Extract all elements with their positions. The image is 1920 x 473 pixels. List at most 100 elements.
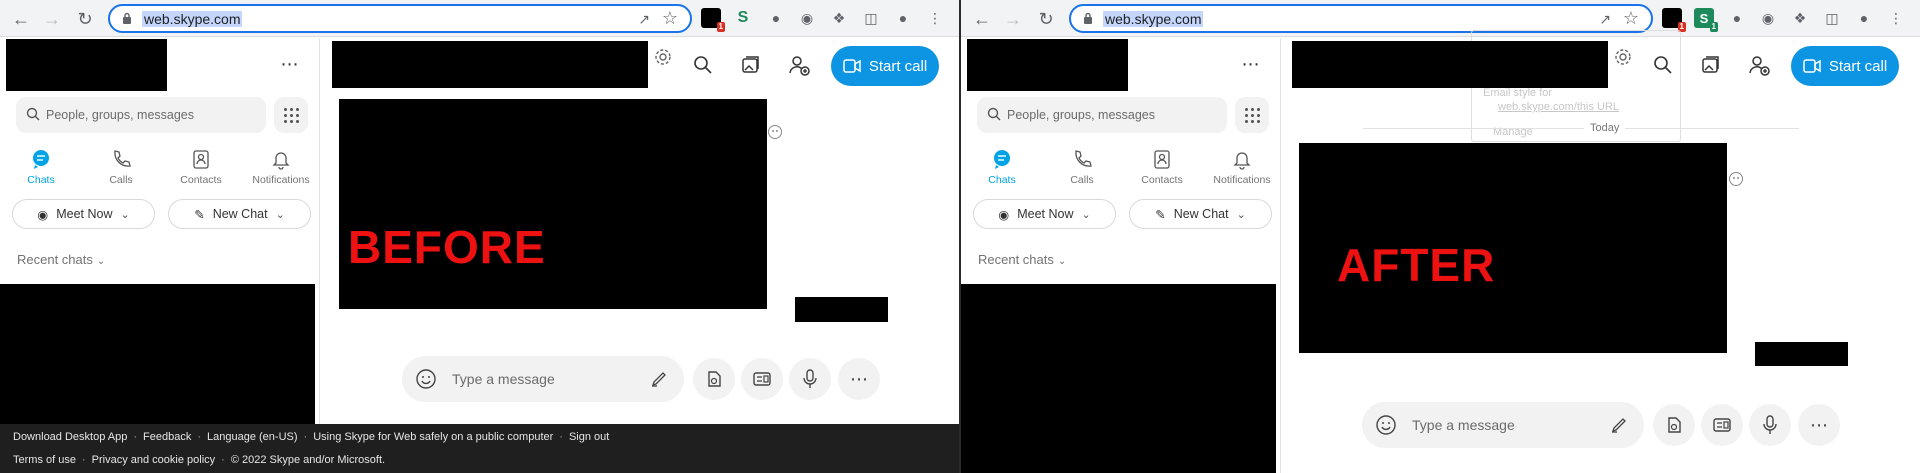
camera-extension-icon[interactable]: ◉	[797, 8, 817, 28]
search-input[interactable]: People, groups, messages	[977, 97, 1227, 133]
extensions-puzzle-icon[interactable]: ❖	[1790, 8, 1810, 28]
message-composer[interactable]: Type a message	[402, 356, 684, 402]
meet-now-button[interactable]: ◉ Meet Now ⌄	[12, 199, 155, 229]
cookie-extension-icon[interactable]: ●	[1727, 8, 1747, 28]
address-bar[interactable]: web.skype.com ↗ ☆	[1069, 4, 1653, 33]
share-file-button[interactable]	[1653, 404, 1695, 446]
contact-card-button[interactable]	[741, 358, 783, 400]
bell-icon	[272, 152, 290, 170]
address-bar[interactable]: web.skype.com ↗ ☆	[108, 4, 692, 33]
emoji-icon[interactable]	[415, 368, 437, 390]
footer-link-safety[interactable]: Using Skype for Web safely on a public c…	[313, 431, 553, 443]
settings-gear-icon[interactable]	[1610, 44, 1636, 70]
new-chat-button[interactable]: ✎ New Chat ⌄	[1129, 199, 1272, 229]
chevron-down-icon: ⌄	[96, 256, 106, 267]
back-arrow-icon[interactable]: ←	[10, 8, 32, 30]
recent-chats-toggle[interactable]: Recent chats ⌄	[17, 252, 105, 267]
more-options-icon[interactable]: ⋯	[277, 51, 303, 77]
profile-icon[interactable]: ●	[893, 8, 913, 28]
gallery-icon[interactable]	[738, 52, 764, 78]
forward-arrow-icon[interactable]: →	[41, 8, 63, 30]
browser-menu-icon[interactable]: ⋮	[1886, 8, 1906, 28]
more-actions-button[interactable]: ⋯	[1798, 404, 1840, 446]
footer-row-1: Download Desktop App · Feedback · Language…	[13, 431, 610, 443]
extensions-puzzle-icon[interactable]: ❖	[829, 8, 849, 28]
contacts-icon	[1154, 150, 1170, 169]
meet-now-button[interactable]: ◉ Meet Now ⌄	[973, 199, 1116, 229]
start-call-button[interactable]: Start call	[831, 46, 939, 86]
bookmark-star-icon[interactable]: ☆	[662, 8, 678, 29]
react-emoji-icon[interactable]	[1729, 172, 1743, 186]
reload-icon[interactable]: ↻	[74, 8, 96, 30]
profile-icon[interactable]: ●	[1854, 8, 1874, 28]
chat-icon	[33, 150, 49, 169]
tab-calls[interactable]: Calls	[1042, 148, 1122, 186]
meet-now-label: Meet Now	[1017, 207, 1074, 221]
browser-menu-icon[interactable]: ⋮	[925, 8, 945, 28]
emoji-icon[interactable]	[1375, 414, 1397, 436]
bookmark-star-icon[interactable]: ☆	[1623, 8, 1639, 29]
contact-card-icon	[753, 372, 771, 386]
tab-contacts[interactable]: Contacts	[1122, 148, 1202, 186]
footer-link-terms[interactable]: Terms of use	[13, 454, 76, 466]
side-panel-icon[interactable]: ◫	[1822, 8, 1842, 28]
footer-link-privacy[interactable]: Privacy and cookie policy	[92, 454, 216, 466]
search-icon[interactable]	[690, 52, 716, 78]
footer-link-language[interactable]: Language (en-US)	[207, 431, 298, 443]
s-extension-icon[interactable]: S	[733, 8, 753, 28]
more-options-icon[interactable]: ⋯	[1238, 51, 1264, 77]
voice-message-button[interactable]	[789, 358, 831, 400]
cookie-extension-icon[interactable]: ●	[766, 8, 786, 28]
contact-card-button[interactable]	[1701, 404, 1743, 446]
chevron-down-icon: ⌄	[1057, 256, 1067, 267]
settings-gear-icon[interactable]	[650, 44, 676, 70]
voice-message-button[interactable]	[1749, 404, 1791, 446]
tab-chats-label: Chats	[988, 174, 1016, 186]
timestamp-redacted	[1755, 342, 1848, 366]
tab-chats[interactable]: Chats	[1, 148, 81, 186]
chat-list-redacted	[961, 284, 1276, 473]
tab-notifications[interactable]: Notifications	[241, 148, 321, 186]
s-extension-active-icon[interactable]: S1	[1694, 8, 1718, 32]
url-text: web.skype.com	[1103, 11, 1204, 27]
add-people-icon[interactable]	[786, 52, 812, 78]
tab-notifications-label: Notifications	[252, 174, 310, 186]
reload-icon[interactable]: ↻	[1035, 8, 1057, 30]
add-people-icon[interactable]	[1746, 52, 1772, 78]
tab-calls-label: Calls	[109, 174, 133, 186]
tab-calls-label: Calls	[1070, 174, 1094, 186]
search-icon[interactable]	[1650, 52, 1676, 78]
dialpad-icon[interactable]	[274, 97, 308, 133]
tab-notifications[interactable]: Notifications	[1202, 148, 1282, 186]
message-composer[interactable]: Type a message	[1362, 402, 1644, 448]
back-arrow-icon[interactable]: ←	[971, 8, 993, 30]
share-file-button[interactable]	[693, 358, 735, 400]
dialpad-icon[interactable]	[1235, 97, 1269, 133]
forward-arrow-icon[interactable]: →	[1002, 8, 1024, 30]
footer-link-download[interactable]: Download Desktop App	[13, 431, 127, 443]
search-input[interactable]: People, groups, messages	[16, 97, 266, 133]
video-camera-icon	[843, 59, 861, 73]
footer-link-signout[interactable]: Sign out	[569, 431, 609, 443]
more-actions-button[interactable]: ⋯	[838, 358, 880, 400]
format-pen-icon[interactable]	[1610, 416, 1628, 434]
side-panel-icon[interactable]: ◫	[861, 8, 881, 28]
react-emoji-icon[interactable]	[768, 125, 782, 139]
share-icon[interactable]: ↗	[638, 11, 650, 28]
start-call-label: Start call	[1828, 57, 1888, 75]
start-call-button[interactable]: Start call	[1791, 46, 1899, 86]
new-chat-button[interactable]: ✎ New Chat ⌄	[168, 199, 311, 229]
extension-redacted-icon[interactable]: 1	[1662, 8, 1686, 32]
footer-link-feedback[interactable]: Feedback	[143, 431, 191, 443]
recent-chats-toggle[interactable]: Recent chats ⌄	[978, 252, 1066, 267]
gallery-icon[interactable]	[1698, 52, 1724, 78]
format-pen-icon[interactable]	[650, 370, 668, 388]
video-camera-icon	[1803, 59, 1821, 73]
tab-calls[interactable]: Calls	[81, 148, 161, 186]
extension-redacted-icon[interactable]: 1	[701, 8, 725, 32]
camera-extension-icon[interactable]: ◉	[1758, 8, 1778, 28]
search-placeholder: People, groups, messages	[1007, 108, 1156, 122]
tab-contacts[interactable]: Contacts	[161, 148, 241, 186]
share-icon[interactable]: ↗	[1599, 11, 1611, 28]
tab-chats[interactable]: Chats	[962, 148, 1042, 186]
